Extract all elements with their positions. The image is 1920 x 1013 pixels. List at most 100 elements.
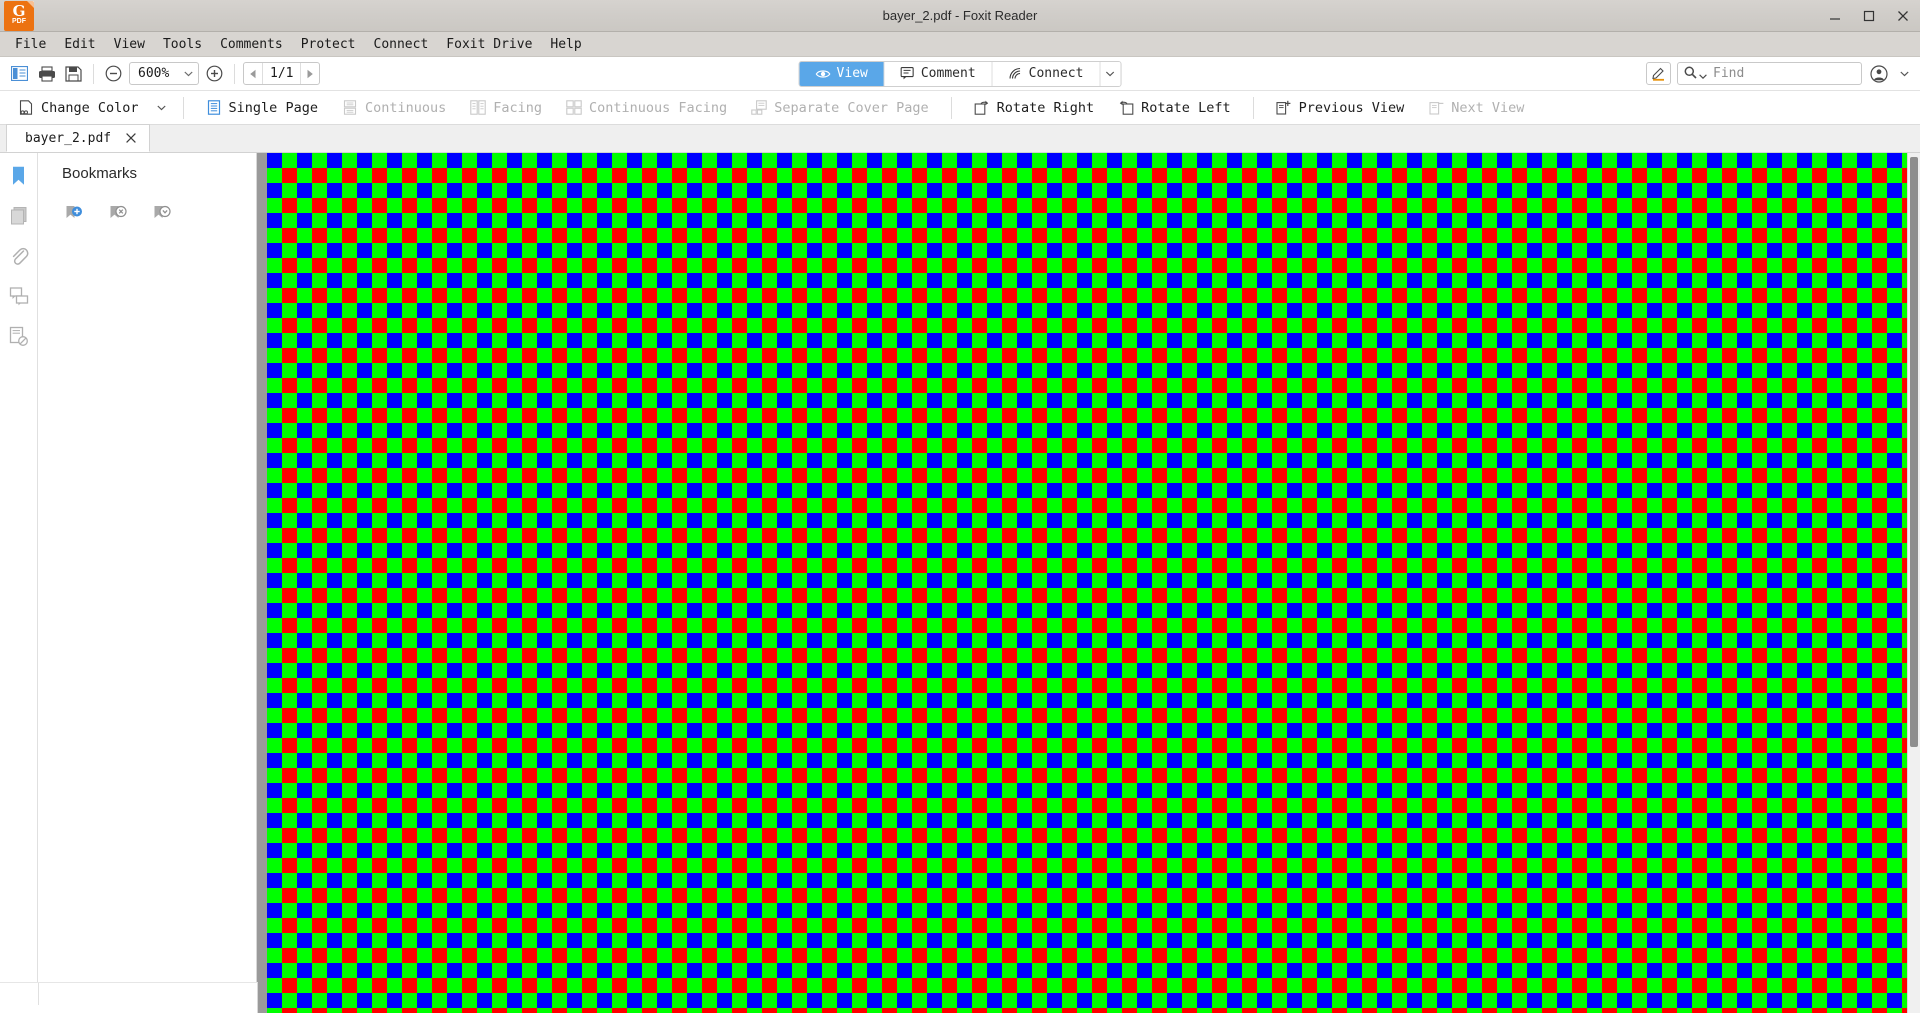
document-tab-bayer-2[interactable]: bayer_2.pdf [6,124,151,152]
bookmark-options-icon[interactable] [152,204,172,224]
find-box[interactable] [1677,62,1862,85]
toolbar-right-group [1646,62,1912,85]
separate-cover-page-icon [751,100,767,115]
toolbar-divider [93,63,94,84]
close-button[interactable] [1886,0,1920,32]
rotate-right-label: Rotate Right [996,99,1095,116]
bookmarks-panel-title: Bookmarks [62,165,138,182]
rotate-left-icon [1118,100,1134,115]
ribbon-divider [950,96,952,119]
menu-bar: File Edit View Tools Comments Protect Co… [0,32,1920,57]
tab-view-label: View [836,66,868,81]
sidebar-item-comments[interactable] [8,285,30,307]
menu-connect[interactable]: Connect [365,35,438,54]
sidebar-item-attachments[interactable] [8,245,30,267]
zoom-in-button[interactable] [202,61,227,86]
menu-foxit-drive[interactable]: Foxit Drive [437,35,541,54]
continuous-facing-button[interactable]: Continuous Facing [554,95,739,121]
maximize-button[interactable] [1852,0,1886,32]
bookmarks-panel: Bookmarks [38,153,257,1013]
tab-view[interactable]: View [799,61,885,86]
save-button[interactable] [61,61,86,86]
bottom-strip-divider [38,983,39,1005]
vertical-scrollbar-thumb[interactable] [1910,157,1918,747]
menu-help[interactable]: Help [541,35,590,54]
sidebar-item-security[interactable] [8,325,30,347]
previous-page-button[interactable] [244,63,262,84]
toolbar-divider [234,63,235,84]
single-page-icon [206,100,222,115]
zoom-level-combobox[interactable]: 600% [129,62,199,85]
single-page-label: Single Page [228,99,318,116]
rotate-right-button[interactable]: Rotate Right [962,95,1107,121]
bookmarks-toolbar [38,204,256,224]
tab-comment[interactable]: Comment [884,61,993,86]
highlighter-button[interactable] [1646,62,1671,85]
vertical-scrollbar[interactable] [1907,153,1920,1013]
minimize-button[interactable] [1818,0,1852,32]
single-page-button[interactable]: Single Page [194,95,330,121]
search-icon [1684,64,1697,83]
tab-connect[interactable]: Connect [992,61,1101,86]
print-button[interactable] [34,61,59,86]
find-dropdown-icon[interactable] [1699,64,1707,83]
close-icon[interactable] [125,132,137,144]
change-color-button[interactable]: Change Color [6,95,151,121]
facing-button[interactable]: Facing [458,95,554,121]
app-logo-letter: G [12,1,26,20]
app-logo: G PDF [4,0,34,31]
document-tab-bar: bayer_2.pdf [0,124,1920,153]
chevron-down-icon[interactable] [180,64,196,84]
app-logo-sub: PDF [12,17,26,25]
bookmark-add-icon[interactable] [64,204,84,224]
account-button[interactable] [1868,63,1890,85]
previous-view-icon [1276,100,1292,115]
previous-view-button[interactable]: Previous View [1264,95,1417,121]
menu-view[interactable]: View [105,35,154,54]
next-view-button[interactable]: Next View [1416,95,1536,121]
connect-icon [1009,67,1023,80]
separate-cover-page-button[interactable]: Separate Cover Page [739,95,940,121]
rotate-left-button[interactable]: Rotate Left [1106,95,1242,121]
mode-overflow-button[interactable] [1100,61,1121,86]
previous-view-label: Previous View [1298,99,1405,116]
change-color-icon [18,100,34,115]
window-title: bayer_2.pdf - Foxit Reader [882,8,1038,23]
sidebar-toggle-button[interactable] [7,61,32,86]
view-ribbon: Change Color Single Page Continuous Faci… [0,91,1920,125]
change-color-chevron-down-icon[interactable] [151,95,173,121]
navigation-rail [0,153,38,1013]
menu-protect[interactable]: Protect [292,35,365,54]
page-navigation: 1/1 [243,62,321,85]
document-viewer[interactable] [257,153,1920,1013]
sidebar-item-bookmarks[interactable] [8,165,30,187]
bottom-left-strip [0,982,258,1013]
tab-comment-label: Comment [920,66,976,81]
bookmark-delete-icon[interactable] [108,204,128,224]
pdf-page-content[interactable] [267,153,1920,1013]
facing-icon [470,100,486,115]
zoom-out-button[interactable] [101,61,126,86]
menu-tools[interactable]: Tools [154,35,211,54]
continuous-icon [342,100,358,115]
menu-file[interactable]: File [6,35,55,54]
next-page-button[interactable] [301,63,319,84]
eye-icon [815,68,831,80]
main-area: Bookmarks [0,153,1920,1013]
facing-label: Facing [493,99,543,116]
menu-comments[interactable]: Comments [211,35,292,54]
continuous-button[interactable]: Continuous [330,95,458,121]
main-toolbar: 600% 1/1 View Comment Connect Find [0,57,1920,91]
continuous-facing-icon [566,100,582,115]
next-view-icon [1428,100,1444,115]
sidebar-item-pages[interactable] [8,205,30,227]
separate-cover-page-label: Separate Cover Page [774,99,929,116]
tab-connect-label: Connect [1028,66,1084,81]
title-bar: G PDF bayer_2.pdf - Foxit Reader [0,0,1920,32]
account-chevron-down-icon[interactable] [1896,64,1912,84]
rotate-left-label: Rotate Left [1141,99,1231,116]
find-input[interactable] [1709,65,1849,82]
page-indicator[interactable]: 1/1 [262,63,302,84]
menu-edit[interactable]: Edit [55,35,104,54]
comment-icon [900,67,915,80]
